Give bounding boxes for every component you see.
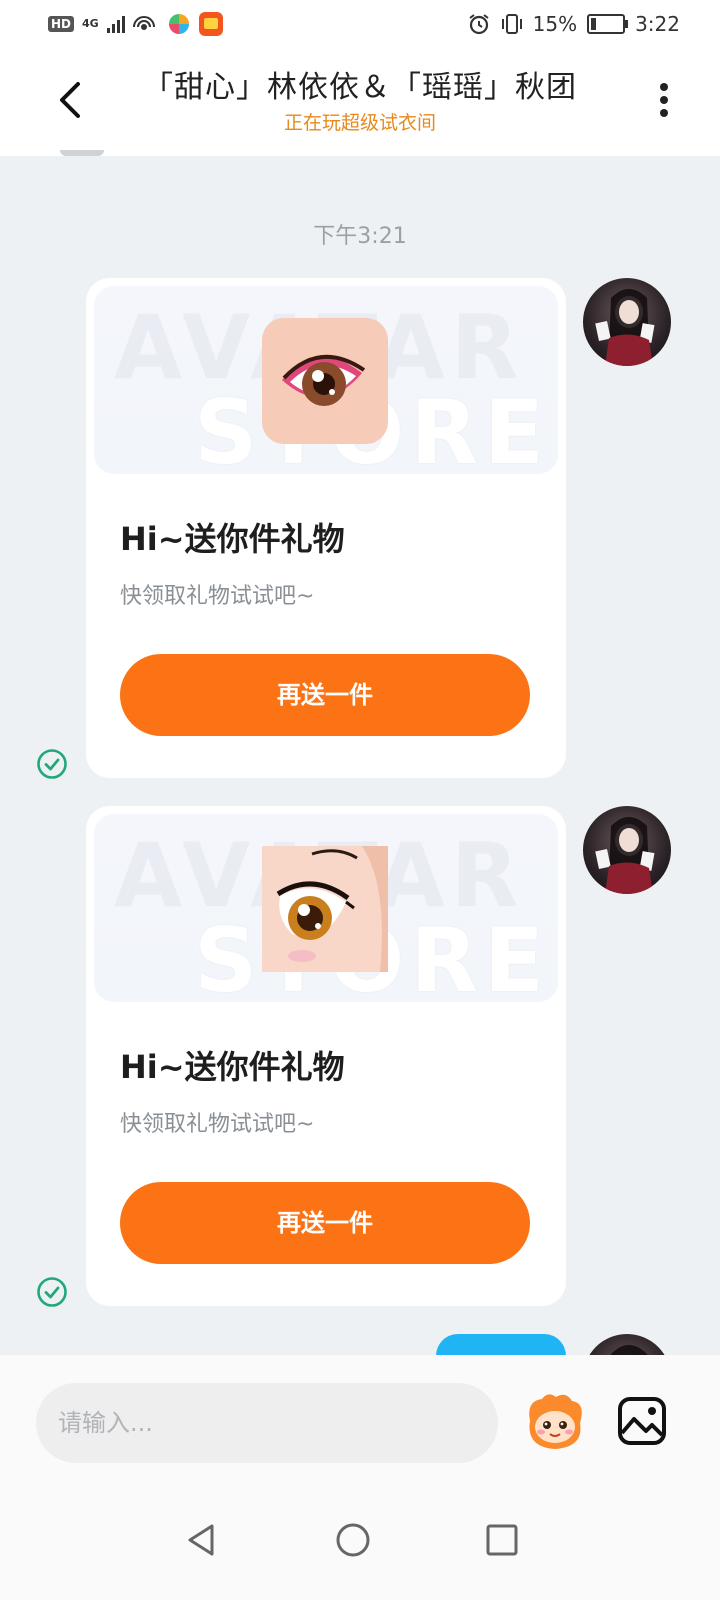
status-right: 15% 3:22 [467,12,680,36]
card-description: 快领取礼物试试吧~ [120,584,315,609]
input-bar [0,1355,720,1490]
status-bar: HD 4G 15% 3:22 [0,0,720,50]
gift-card: AVATAR STORE Hi~送你件礼物 快领取礼物试试吧~ 再送一件 [86,278,566,778]
avatar[interactable] [583,278,671,366]
avatar[interactable] [583,806,671,894]
pink-eyeshadow-eye-image[interactable] [262,318,388,444]
more-dot-icon [660,83,668,91]
battery-fill [591,18,597,30]
battery-icon [587,14,629,34]
hotspot-icon [132,16,155,30]
card-title: Hi~送你件礼物 [120,1048,345,1086]
check-circle-icon [37,1277,67,1307]
app-video-icon [198,12,223,36]
message-timestamp: 下午3:21 [313,224,407,249]
chat-header: 「甜心」林依依＆「瑶瑶」秋团 正在玩超级试衣间 [0,50,720,156]
send-another-button[interactable]: 再送一件 [120,654,530,736]
card-description: 快领取礼物试试吧~ [120,1112,315,1137]
hd-badge: HD [48,16,75,32]
more-dot-icon [660,109,668,117]
anime-amber-eye-image[interactable] [262,846,388,972]
nav-home-icon[interactable] [323,1510,383,1570]
mascot-sticker-icon[interactable] [522,1391,588,1455]
alarm-icon [469,14,489,35]
chat-subtitle: 正在玩超级试衣间 [283,112,436,134]
nav-back-icon[interactable] [172,1510,232,1570]
avatar-photo [595,289,655,366]
clock: 3:22 [635,12,680,36]
app-pinwheel-icon [167,13,190,35]
more-options-button[interactable] [652,80,676,126]
vibrate-icon [501,14,522,34]
card-title: Hi~送你件礼物 [120,520,345,558]
previous-avatar-edge [60,150,104,156]
message-input[interactable] [36,1383,498,1463]
send-another-button[interactable]: 再送一件 [120,1182,530,1264]
image-picker-icon[interactable] [616,1395,668,1447]
gift-card: AVATAR STORE Hi~送你件礼物 快领取礼物试试吧~ 再送一件 [86,806,566,1306]
battery-percent: 15% [532,12,578,36]
status-left: HD 4G [48,12,223,36]
check-circle-icon [37,749,67,779]
avatar-photo [595,817,655,894]
system-nav-bar [0,1490,720,1600]
network-type: 4G [82,17,99,30]
nav-recents-icon[interactable] [472,1510,532,1570]
signal-icon [106,15,125,33]
more-dot-icon [660,96,668,104]
page-title: 「甜心」林依依＆「瑶瑶」秋团 [143,70,577,105]
back-button[interactable] [50,78,90,122]
